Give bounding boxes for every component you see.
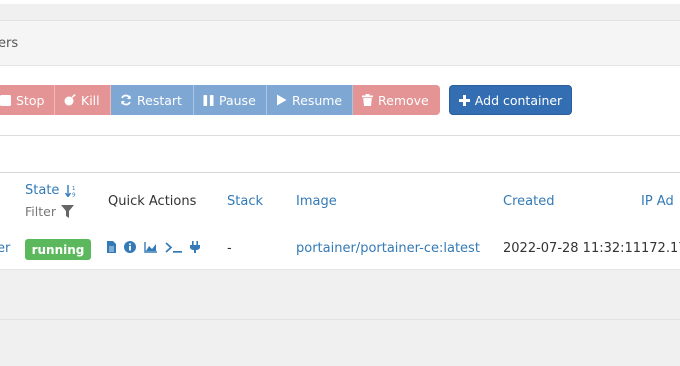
- table-header: State 19 Filter Quick Actions Stack Imag…: [0, 172, 680, 232]
- filter-icon: [60, 205, 74, 218]
- kill-button[interactable]: Kill: [55, 85, 111, 115]
- column-state[interactable]: State 19: [25, 183, 79, 198]
- column-created[interactable]: Created: [503, 194, 554, 209]
- resume-label: Resume: [292, 92, 343, 108]
- ip-value: 172.17.: [641, 241, 680, 256]
- info-icon[interactable]: [124, 241, 136, 253]
- table-row: er running - portainer/portainer-ce:late…: [0, 231, 680, 268]
- stats-icon[interactable]: [144, 241, 157, 253]
- column-quick-actions: Quick Actions: [108, 194, 197, 209]
- sort-icon: 19: [65, 184, 76, 197]
- play-icon: [277, 94, 287, 106]
- bomb-icon: [64, 94, 76, 106]
- remove-button[interactable]: Remove: [353, 85, 440, 115]
- plug-icon[interactable]: [190, 241, 200, 253]
- column-image[interactable]: Image: [296, 194, 337, 209]
- pause-label: Pause: [219, 92, 256, 108]
- state-filter[interactable]: Filter: [25, 204, 74, 219]
- stop-icon: [0, 94, 11, 106]
- plus-icon: [458, 94, 470, 106]
- kill-label: Kill: [81, 92, 100, 108]
- add-container-label: Add container: [474, 92, 563, 108]
- resume-button[interactable]: Resume: [267, 85, 353, 115]
- stop-label: Stop: [16, 92, 45, 108]
- stack-value: -: [227, 241, 232, 256]
- remove-label: Remove: [378, 92, 429, 108]
- container-name-link[interactable]: er: [0, 241, 10, 256]
- stop-button[interactable]: Stop: [0, 85, 55, 115]
- top-bar: [0, 4, 680, 21]
- container-actions: Stop Kill Restart Pause Resume Remove: [0, 85, 440, 115]
- svg-text:1: 1: [72, 186, 76, 192]
- page-title: ers: [0, 36, 19, 51]
- file-icon[interactable]: [107, 241, 116, 253]
- pause-button[interactable]: Pause: [194, 85, 267, 115]
- terminal-icon[interactable]: [165, 241, 182, 253]
- column-ip[interactable]: IP Ad: [641, 194, 674, 209]
- svg-text:9: 9: [72, 192, 76, 197]
- panel-bottom-border: [0, 269, 680, 270]
- add-container-button[interactable]: Add container: [449, 85, 572, 115]
- page-header: ers: [0, 21, 680, 66]
- divider: [0, 135, 680, 136]
- restart-label: Restart: [137, 92, 182, 108]
- quick-actions: [107, 241, 208, 253]
- restart-button[interactable]: Restart: [111, 85, 194, 115]
- status-badge: running: [25, 239, 91, 260]
- column-stack[interactable]: Stack: [227, 194, 263, 209]
- filter-label: Filter: [25, 204, 56, 219]
- trash-icon: [362, 94, 373, 106]
- image-link[interactable]: portainer/portainer-ce:latest: [296, 241, 480, 256]
- column-state-label: State: [25, 183, 60, 198]
- refresh-icon: [121, 94, 131, 106]
- pause-icon: [203, 94, 214, 106]
- bottom-divider: [0, 319, 680, 320]
- created-value: 2022-07-28 11:32:11: [503, 241, 642, 256]
